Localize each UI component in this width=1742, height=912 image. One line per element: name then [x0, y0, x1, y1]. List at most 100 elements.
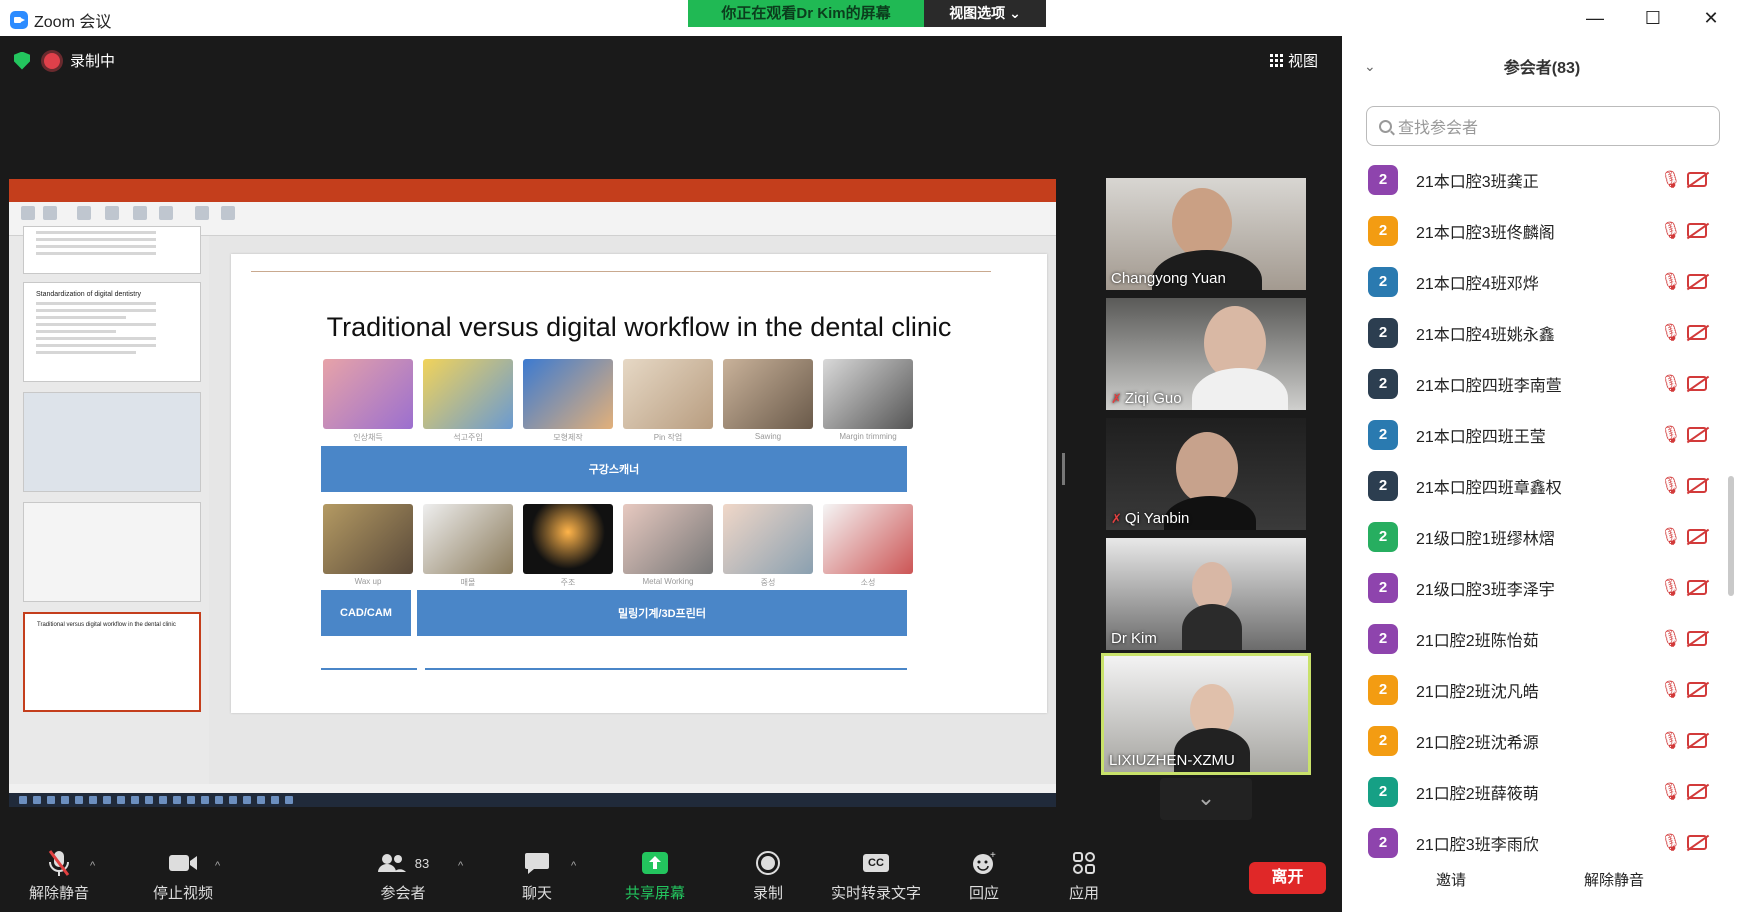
- mic-muted-icon[interactable]: 🎙︎: [1660, 629, 1682, 649]
- participant-row[interactable]: 2 21本口腔四班李南萱 🎙︎: [1342, 358, 1726, 409]
- view-button[interactable]: 视图: [1270, 50, 1318, 71]
- participants-button[interactable]: 83 参会者: [368, 846, 438, 903]
- share-screen-button[interactable]: 共享屏幕: [620, 846, 690, 903]
- milling-bar: 밀링기계/3D프린터: [417, 590, 907, 636]
- slide-thumbnail[interactable]: [23, 392, 201, 492]
- participant-row[interactable]: 2 21口腔2班沈希源 🎙︎: [1342, 715, 1726, 766]
- mic-muted-icon[interactable]: 🎙︎: [1660, 680, 1682, 700]
- chat-button[interactable]: 聊天: [512, 846, 562, 903]
- unmute-all-button[interactable]: 解除静音: [1562, 864, 1666, 898]
- mic-muted-icon[interactable]: 🎙︎: [1660, 272, 1682, 292]
- stop-video-button[interactable]: 停止视频: [138, 846, 228, 903]
- participant-name: 21本口腔3班龚正: [1416, 173, 1539, 191]
- video-off-icon[interactable]: [1687, 631, 1707, 646]
- avatar: 2: [1368, 674, 1398, 705]
- video-tile[interactable]: Changyong Yuan: [1106, 178, 1306, 290]
- avatar: 2: [1368, 215, 1398, 246]
- participants-options-caret[interactable]: ^: [458, 860, 463, 872]
- search-icon: [1379, 119, 1392, 133]
- video-off-icon[interactable]: [1687, 376, 1707, 391]
- video-off-icon[interactable]: [1687, 835, 1707, 850]
- video-off-icon[interactable]: [1687, 172, 1707, 187]
- slide-thumbnail-selected[interactable]: Traditional versus digital workflow in t…: [23, 612, 201, 712]
- photo-caption: 매몰: [460, 578, 476, 587]
- record-button[interactable]: 录制: [748, 846, 788, 903]
- video-tile[interactable]: ✗ Ziqi Guo: [1106, 298, 1306, 410]
- split-divider-handle[interactable]: [1062, 453, 1065, 485]
- participant-name: 21本口腔四班王莹: [1416, 428, 1546, 446]
- video-off-icon[interactable]: [1687, 784, 1707, 799]
- audio-options-caret[interactable]: ^: [90, 860, 95, 872]
- video-off-icon[interactable]: [1687, 682, 1707, 697]
- participants-panel: ⌄ 参会者(83) 查找参会者 2 21本口腔3班龚正 🎙︎ 2 21本口腔3班佟麟阁 🎙…: [1342, 36, 1742, 912]
- mic-muted-icon[interactable]: 🎙︎: [1660, 476, 1682, 496]
- participant-row[interactable]: 2 21口腔2班薛筱萌 🎙︎: [1342, 766, 1726, 817]
- participant-name: 21口腔2班陈怡茹: [1416, 632, 1539, 650]
- slide-thumbnails: Standardization of digital dentistry Tra…: [9, 226, 209, 784]
- video-off-icon[interactable]: [1687, 427, 1707, 442]
- close-icon[interactable]: ✕: [1682, 0, 1740, 36]
- participant-row[interactable]: 2 21级口腔1班缪林熠 🎙︎: [1342, 511, 1726, 562]
- participant-list-scrollbar[interactable]: [1728, 476, 1734, 596]
- slide-thumbnail[interactable]: Standardization of digital dentistry: [23, 282, 201, 382]
- invite-button[interactable]: 邀请: [1406, 864, 1496, 898]
- live-transcript-button[interactable]: CC 实时转录文字: [826, 846, 926, 903]
- participant-row[interactable]: 2 21级口腔3班李泽宇 🎙︎: [1342, 562, 1726, 613]
- participant-row[interactable]: 2 21本口腔4班邓烨 🎙︎: [1342, 256, 1726, 307]
- video-off-icon[interactable]: [1687, 529, 1707, 544]
- minimize-icon[interactable]: —: [1566, 0, 1624, 36]
- view-options-button[interactable]: 视图选项 ⌄: [924, 0, 1046, 27]
- participant-row[interactable]: 2 21口腔2班陈怡茹 🎙︎: [1342, 613, 1726, 664]
- mic-muted-icon[interactable]: 🎙︎: [1660, 221, 1682, 241]
- participant-row[interactable]: 2 21本口腔四班章鑫权 🎙︎: [1342, 460, 1726, 511]
- video-off-icon[interactable]: [1687, 223, 1707, 238]
- video-off-icon[interactable]: [1687, 274, 1707, 289]
- participants-icon: [377, 854, 406, 872]
- video-tile[interactable]: ✗ Qi Yanbin: [1106, 418, 1306, 530]
- video-tile-active-speaker[interactable]: LIXIUZHEN-XZMU: [1101, 653, 1311, 775]
- video-off-icon[interactable]: [1687, 478, 1707, 493]
- mic-muted-icon[interactable]: 🎙︎: [1660, 374, 1682, 394]
- slide-bottom-rule: [425, 668, 907, 670]
- apps-button[interactable]: 应用: [1064, 846, 1104, 903]
- unmute-button[interactable]: 解除静音: [24, 846, 94, 903]
- participant-name: 21口腔2班沈希源: [1416, 734, 1539, 752]
- avatar: 2: [1368, 521, 1398, 552]
- encryption-shield-icon[interactable]: [14, 51, 30, 70]
- video-options-caret[interactable]: ^: [215, 860, 220, 872]
- photo-caption: Metal Working: [642, 577, 694, 586]
- mic-muted-icon[interactable]: 🎙︎: [1660, 833, 1682, 853]
- video-scroll-down-button[interactable]: ⌄: [1160, 778, 1252, 820]
- participant-name: 21本口腔4班姚永鑫: [1416, 326, 1555, 344]
- photo-caption: 주조: [560, 578, 576, 587]
- mic-muted-icon[interactable]: 🎙︎: [1660, 527, 1682, 547]
- participant-row[interactable]: 2 21本口腔四班王莹 🎙︎: [1342, 409, 1726, 460]
- slide-thumbnail[interactable]: [23, 226, 201, 274]
- reactions-button[interactable]: + 回应: [964, 846, 1004, 903]
- mic-muted-icon[interactable]: 🎙︎: [1660, 323, 1682, 343]
- mic-muted-icon[interactable]: 🎙︎: [1660, 578, 1682, 598]
- slide-thumbnail[interactable]: [23, 502, 201, 602]
- leave-button[interactable]: 离开: [1249, 862, 1326, 894]
- record-icon: [756, 851, 780, 875]
- video-off-icon[interactable]: [1687, 580, 1707, 595]
- mic-muted-icon[interactable]: 🎙︎: [1660, 782, 1682, 802]
- video-off-icon[interactable]: [1687, 325, 1707, 340]
- participant-search-input[interactable]: 查找参会者: [1366, 106, 1720, 146]
- video-tile[interactable]: Dr Kim: [1106, 538, 1306, 650]
- scanner-bar: 구강스캐너: [321, 446, 907, 492]
- mic-muted-icon[interactable]: 🎙︎: [1660, 170, 1682, 190]
- chat-options-caret[interactable]: ^: [571, 860, 576, 872]
- participant-row[interactable]: 2 21口腔2班沈凡皓 🎙︎: [1342, 664, 1726, 715]
- recording-indicator[interactable]: 录制中: [44, 50, 115, 71]
- mic-muted-icon[interactable]: 🎙︎: [1660, 425, 1682, 445]
- current-slide: Traditional versus digital workflow in t…: [231, 254, 1047, 713]
- participant-row[interactable]: 2 21本口腔4班姚永鑫 🎙︎: [1342, 307, 1726, 358]
- photo-caption: 모형제작: [553, 433, 583, 442]
- participant-row[interactable]: 2 21本口腔3班龚正 🎙︎: [1342, 154, 1726, 205]
- video-off-icon[interactable]: [1687, 733, 1707, 748]
- participant-row[interactable]: 2 21口腔3班李雨欣 🎙︎: [1342, 817, 1726, 868]
- mic-muted-icon[interactable]: 🎙︎: [1660, 731, 1682, 751]
- participant-row[interactable]: 2 21本口腔3班佟麟阁 🎙︎: [1342, 205, 1726, 256]
- maximize-icon[interactable]: ☐: [1624, 0, 1682, 36]
